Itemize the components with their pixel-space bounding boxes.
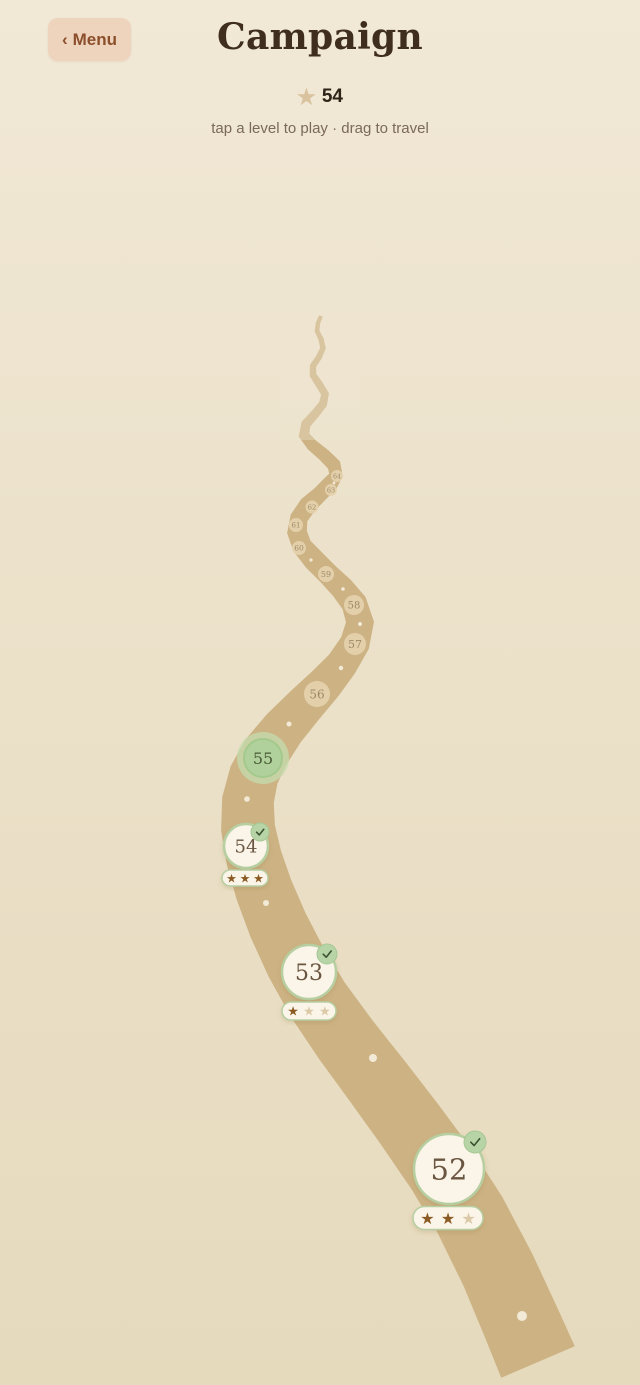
star-filled-icon: ★ — [287, 1005, 299, 1020]
level-number: 56 — [309, 687, 324, 701]
trail-dot — [517, 1311, 527, 1321]
level-node-52[interactable]: 52 ★ ★ ★ — [412, 1130, 487, 1231]
campaign-map[interactable]: 52★ ★ ★53★ ★ ★54★ ★ ★55565758596061626364 — [0, 0, 640, 1385]
level-number: 53 — [295, 961, 323, 986]
level-node-55[interactable]: 55 — [237, 732, 289, 784]
level-node-57[interactable]: 57 — [344, 633, 366, 655]
trail-dot — [286, 721, 292, 727]
level-number: 62 — [308, 503, 317, 511]
road-surface — [221, 315, 575, 1378]
level-number: 64 — [333, 473, 341, 480]
trail-dot — [263, 900, 269, 906]
star-filled-icon: ★ — [253, 871, 264, 885]
trail-dot — [309, 558, 313, 562]
level-number: 60 — [294, 544, 304, 553]
star-empty-icon: ★ — [319, 1005, 331, 1020]
level-number: 57 — [348, 638, 362, 651]
level-number: 61 — [292, 522, 301, 530]
trail-dot — [244, 796, 250, 802]
trail-dot — [332, 481, 336, 485]
trail-dot — [338, 665, 344, 671]
level-number: 58 — [348, 601, 361, 612]
star-empty-icon: ★ — [461, 1209, 475, 1228]
level-node-62[interactable]: 62 — [305, 500, 319, 514]
level-node-58[interactable]: 58 — [344, 595, 364, 615]
level-node-64[interactable]: 64 — [331, 470, 343, 482]
level-node-59[interactable]: 59 — [318, 566, 334, 582]
trail-dot — [341, 587, 345, 591]
road-fade — [280, 300, 360, 440]
level-number: 52 — [431, 1152, 468, 1186]
check-badge — [316, 943, 338, 965]
level-node-56[interactable]: 56 — [304, 681, 330, 707]
star-filled-icon: ★ — [226, 871, 237, 885]
level-node-60[interactable]: 60 — [292, 541, 306, 555]
level-number: 55 — [253, 749, 273, 768]
star-empty-icon: ★ — [303, 1005, 315, 1020]
star-filled-icon: ★ — [420, 1209, 434, 1228]
level-node-61[interactable]: 61 — [289, 518, 303, 532]
level-node-54[interactable]: 54★ ★ ★ — [221, 822, 270, 887]
check-badge — [250, 822, 270, 842]
level-number: 54 — [235, 836, 258, 857]
level-node-63[interactable]: 63 — [325, 484, 337, 496]
trail-dot — [369, 1054, 377, 1062]
road — [221, 300, 575, 1378]
level-number: 59 — [321, 570, 331, 579]
level-number: 63 — [327, 486, 335, 494]
check-badge — [463, 1130, 487, 1154]
level-node-53[interactable]: 53 ★ ★ ★ — [280, 943, 338, 1021]
trail-dot — [358, 622, 362, 626]
star-filled-icon: ★ — [240, 871, 251, 885]
star-filled-icon: ★ — [441, 1209, 455, 1228]
